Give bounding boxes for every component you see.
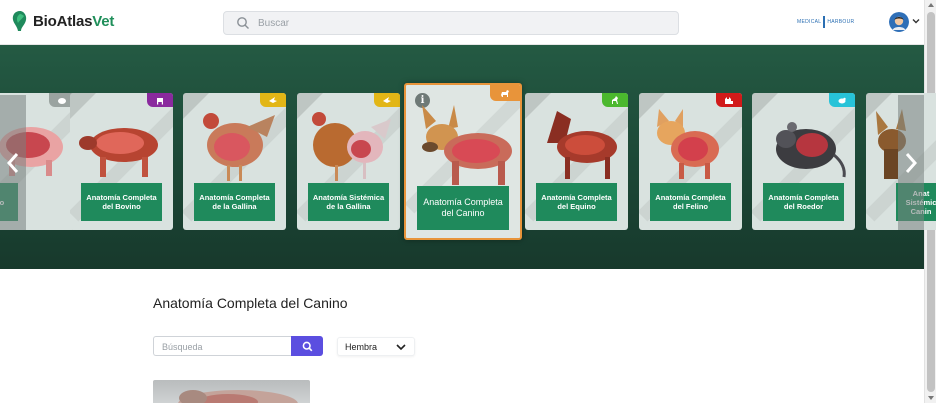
content-search-input[interactable] xyxy=(154,338,291,356)
logo-suffix: Vet xyxy=(92,12,115,30)
partner-logo-right: HARBOUR xyxy=(827,19,855,25)
global-search[interactable] xyxy=(223,11,679,35)
model-card-label: Anatomía Completa del Canino xyxy=(417,186,509,230)
search-icon xyxy=(302,341,312,351)
global-search-input[interactable] xyxy=(258,17,638,29)
bird-icon xyxy=(383,96,391,103)
logo-text: BioAtlasVet xyxy=(33,13,114,30)
rodent-model-image xyxy=(776,122,846,178)
horse-icon xyxy=(612,95,618,104)
horse-model-image xyxy=(547,111,617,179)
cow-icon xyxy=(157,97,163,104)
bioatlas-logo-icon xyxy=(12,11,27,31)
user-avatar-icon xyxy=(889,12,909,32)
chevron-down-icon[interactable] xyxy=(912,17,920,25)
partner-logo-left: MEDICAL xyxy=(797,19,822,25)
content-search-button[interactable] xyxy=(291,336,323,356)
user-avatar[interactable] xyxy=(889,12,909,32)
page-title: Anatomía Completa del Canino xyxy=(153,295,348,311)
model-card-gallina-sistemica[interactable]: Anatomía Sistémica de la Gallina xyxy=(297,93,400,230)
model-card-label: Anatomía Completa del Bovino xyxy=(81,183,162,221)
hen-model-image xyxy=(203,113,275,181)
chevron-left-icon xyxy=(6,152,19,173)
cat-model-image xyxy=(657,109,719,179)
model-card-roedor[interactable]: Anatomía Completa del Roedor xyxy=(752,93,855,230)
model-thumbnail[interactable] xyxy=(153,380,310,403)
cow-model-image xyxy=(79,128,158,177)
model-card-bovino[interactable]: Anatomía Completa del Bovino xyxy=(70,93,173,230)
thumbnail-image xyxy=(178,390,298,403)
scroll-up-icon[interactable] xyxy=(927,1,935,9)
model-card-label: Anatomía Sistémica de la Gallina xyxy=(308,183,389,221)
carousel-prev-button[interactable] xyxy=(0,95,26,230)
model-carousel: rcino Anatomía Completa del Bovino xyxy=(0,45,936,269)
dog-icon xyxy=(501,89,509,97)
model-card-label: Anatomía Completa del Felino xyxy=(650,183,731,221)
model-card-felino[interactable]: Anatomía Completa del Felino xyxy=(639,93,742,230)
model-card-equino[interactable]: Anatomía Completa del Equino xyxy=(525,93,628,230)
pig-icon xyxy=(58,97,66,104)
model-card-gallina-completa[interactable]: Anatomía Completa de la Gallina xyxy=(183,93,286,230)
model-card-label: Anatomía Completa de la Gallina xyxy=(194,183,275,221)
chevron-right-icon xyxy=(905,152,918,173)
content-search-field[interactable] xyxy=(153,336,291,356)
cat-icon xyxy=(725,96,733,104)
partner-logo-bar xyxy=(823,16,826,28)
scroll-down-icon[interactable] xyxy=(927,394,935,402)
model-card-label: Anatomía Completa del Equino xyxy=(536,183,617,221)
hen-systemic-model-image xyxy=(312,112,391,181)
bird-icon xyxy=(269,96,277,103)
model-card-canino-selected[interactable]: i Anatomía Completa del Canino xyxy=(404,83,522,240)
chevron-down-icon xyxy=(396,344,406,351)
rodent-icon xyxy=(838,97,846,103)
search-icon xyxy=(237,17,249,29)
model-card-label: Anatomía Completa del Roedor xyxy=(763,183,844,221)
logo[interactable]: BioAtlasVet xyxy=(11,10,114,32)
carousel-next-button[interactable] xyxy=(898,95,924,230)
dog-model-image xyxy=(422,105,512,185)
top-header: BioAtlasVet MEDICAL HARBOUR xyxy=(0,0,924,45)
sex-select[interactable]: Hembra xyxy=(337,337,415,356)
page: BioAtlasVet MEDICAL HARBOUR xyxy=(0,0,936,403)
sex-select-value: Hembra xyxy=(345,341,378,352)
logo-prefix: BioAtlas xyxy=(33,12,93,30)
partner-logo[interactable]: MEDICAL HARBOUR xyxy=(797,15,854,29)
